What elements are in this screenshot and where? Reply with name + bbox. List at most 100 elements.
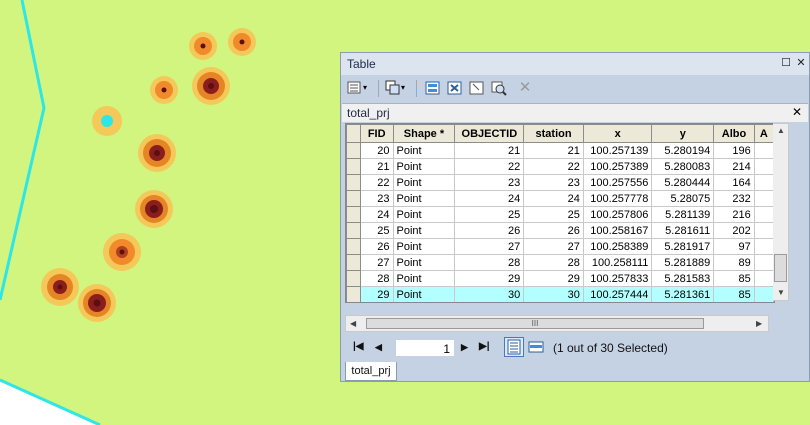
cell-fid[interactable]: 23: [359, 190, 394, 207]
row-selector[interactable]: [346, 286, 361, 302]
cell-shape[interactable]: Point: [392, 222, 456, 239]
cell-objectid[interactable]: 21: [454, 142, 525, 159]
cell-station[interactable]: 29: [523, 270, 584, 287]
cell-x[interactable]: 100.257833: [582, 270, 653, 287]
cell-next[interactable]: [753, 174, 774, 191]
cell-station[interactable]: 28: [523, 254, 584, 271]
table-row[interactable]: 28 Point 29 29 100.257833 5.281583 85: [346, 270, 774, 287]
table-row[interactable]: 23 Point 24 24 100.257778 5.28075 232: [346, 190, 774, 207]
table-row[interactable]: 27 Point 28 28 100.258111 5.281889 89: [346, 254, 774, 271]
cell-shape[interactable]: Point: [392, 270, 456, 287]
scroll-right-arrow-icon[interactable]: ▶: [756, 319, 762, 328]
cell-next[interactable]: [753, 286, 774, 302]
cell-next[interactable]: [753, 270, 774, 287]
row-selector-header[interactable]: [346, 124, 361, 143]
cell-fid[interactable]: 27: [359, 254, 394, 271]
cell-y[interactable]: 5.281917: [651, 238, 715, 255]
cell-station[interactable]: 30: [523, 286, 584, 302]
cell-fid[interactable]: 22: [359, 174, 394, 191]
column-header-x[interactable]: x: [582, 124, 653, 143]
chevron-down-icon[interactable]: ▾: [363, 80, 379, 96]
cell-shape[interactable]: Point: [392, 158, 456, 175]
cell-shape[interactable]: Point: [392, 174, 456, 191]
clear-selection-icon[interactable]: [469, 80, 485, 96]
cell-y[interactable]: 5.280083: [651, 158, 715, 175]
cell-objectid[interactable]: 29: [454, 270, 525, 287]
restore-icon[interactable]: ☐: [779, 56, 793, 70]
cell-station[interactable]: 26: [523, 222, 584, 239]
table-tab-total-prj[interactable]: total_prj: [345, 362, 397, 381]
cell-fid[interactable]: 24: [359, 206, 394, 223]
table-row[interactable]: 29 Point 30 30 100.257444 5.281361 85: [346, 286, 774, 302]
current-record-input[interactable]: 1: [395, 339, 455, 357]
cell-x[interactable]: 100.257389: [582, 158, 653, 175]
cell-x[interactable]: 100.257139: [582, 142, 653, 159]
next-record-icon[interactable]: ▶: [461, 342, 468, 353]
row-selector[interactable]: [346, 206, 361, 223]
cell-next[interactable]: [753, 158, 774, 175]
cell-albo[interactable]: 85: [713, 286, 755, 302]
cell-shape[interactable]: Point: [392, 206, 456, 223]
cell-albo[interactable]: 85: [713, 270, 755, 287]
cell-station[interactable]: 23: [523, 174, 584, 191]
chevron-down-icon[interactable]: ▾: [401, 80, 417, 96]
cell-y[interactable]: 5.280194: [651, 142, 715, 159]
vertical-scroll-thumb[interactable]: [774, 254, 787, 282]
row-selector[interactable]: [346, 190, 361, 207]
cell-next[interactable]: [753, 190, 774, 207]
horizontal-scrollbar[interactable]: ◀ III ▶: [345, 315, 769, 332]
column-header-next[interactable]: A: [753, 124, 774, 143]
cell-x[interactable]: 100.257778: [582, 190, 653, 207]
cell-shape[interactable]: Point: [392, 254, 456, 271]
cell-y[interactable]: 5.281139: [651, 206, 715, 223]
previous-record-icon[interactable]: ◀: [375, 342, 382, 353]
cell-station[interactable]: 25: [523, 206, 584, 223]
cell-objectid[interactable]: 26: [454, 222, 525, 239]
cell-albo[interactable]: 216: [713, 206, 755, 223]
show-all-records-icon[interactable]: [504, 337, 524, 357]
cell-fid[interactable]: 28: [359, 270, 394, 287]
cell-station[interactable]: 21: [523, 142, 584, 159]
zoom-to-selected-icon[interactable]: [491, 80, 507, 96]
point-marker[interactable]: [189, 32, 217, 60]
table-row[interactable]: 20 Point 21 21 100.257139 5.280194 196: [346, 142, 774, 159]
point-marker[interactable]: [41, 268, 79, 306]
cell-next[interactable]: [753, 238, 774, 255]
column-header-shape[interactable]: Shape *: [392, 124, 456, 143]
vertical-scrollbar[interactable]: ▲ ▼: [773, 123, 789, 301]
cell-station[interactable]: 27: [523, 238, 584, 255]
cell-fid[interactable]: 26: [359, 238, 394, 255]
table-tab-header[interactable]: total_prj ✕: [342, 103, 808, 122]
row-selector[interactable]: [346, 222, 361, 239]
cell-fid[interactable]: 21: [359, 158, 394, 175]
point-marker[interactable]: [138, 134, 176, 172]
row-selector[interactable]: [346, 174, 361, 191]
point-marker[interactable]: [192, 67, 230, 105]
cell-y[interactable]: 5.281611: [651, 222, 715, 239]
close-icon[interactable]: ✕: [794, 56, 808, 70]
cell-fid[interactable]: 29: [359, 286, 394, 302]
point-marker[interactable]: [78, 284, 116, 322]
column-header-objectid[interactable]: OBJECTID: [454, 124, 525, 143]
last-record-icon[interactable]: ▶|: [479, 341, 490, 352]
point-marker[interactable]: [135, 190, 173, 228]
cell-y[interactable]: 5.281361: [651, 286, 715, 302]
row-selector[interactable]: [346, 238, 361, 255]
cell-albo[interactable]: 196: [713, 142, 755, 159]
cell-x[interactable]: 100.257444: [582, 286, 653, 302]
cell-albo[interactable]: 97: [713, 238, 755, 255]
show-selected-records-icon[interactable]: [528, 339, 544, 355]
cell-next[interactable]: [753, 142, 774, 159]
row-selector[interactable]: [346, 158, 361, 175]
cell-x[interactable]: 100.258111: [582, 254, 653, 271]
cell-x[interactable]: 100.257556: [582, 174, 653, 191]
cell-next[interactable]: [753, 206, 774, 223]
cell-next[interactable]: [753, 222, 774, 239]
row-selector[interactable]: [346, 254, 361, 271]
delete-selected-icon[interactable]: ✕: [517, 80, 533, 96]
cell-y[interactable]: 5.28075: [651, 190, 715, 207]
cell-albo[interactable]: 89: [713, 254, 755, 271]
table-row[interactable]: 24 Point 25 25 100.257806 5.281139 216: [346, 206, 774, 223]
table-row[interactable]: 21 Point 22 22 100.257389 5.280083 214: [346, 158, 774, 175]
cell-y[interactable]: 5.280444: [651, 174, 715, 191]
